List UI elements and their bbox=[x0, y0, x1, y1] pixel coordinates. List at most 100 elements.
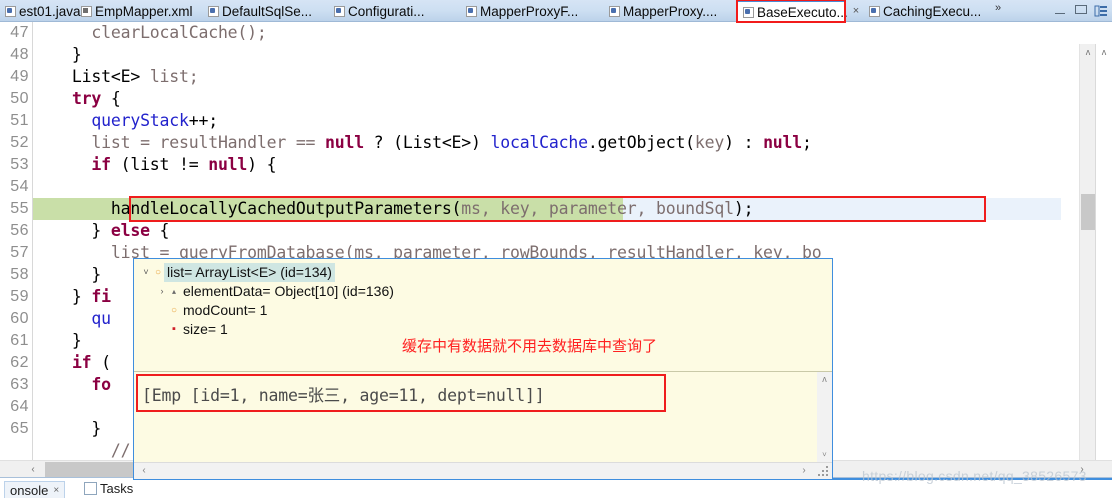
line-number: 62 bbox=[10, 354, 29, 371]
tree-row-label: size= 1 bbox=[183, 321, 228, 337]
line-number: 64 bbox=[10, 398, 29, 415]
java-file-icon bbox=[608, 5, 620, 17]
code-line-57: } bbox=[33, 265, 102, 284]
tab-label: MapperProxyF... bbox=[480, 3, 579, 19]
annotation-box-highlighted-call bbox=[129, 196, 986, 222]
variable-tree[interactable]: ˅ ○ list= ArrayList<E> (id=134) › ▴ elem… bbox=[134, 259, 832, 369]
tab-overflow-chevron[interactable]: » bbox=[995, 2, 1001, 14]
line-number: 59 bbox=[10, 288, 29, 305]
line-number: 54 bbox=[10, 178, 29, 195]
bottom-tab-console[interactable]: onsole × bbox=[4, 481, 66, 498]
editor-vertical-scrollbar[interactable]: ʌ ⱽ bbox=[1079, 44, 1096, 478]
tab-label: Configurati... bbox=[348, 3, 425, 19]
line-number: 55 bbox=[10, 200, 29, 217]
field-marker-icon: ○ bbox=[170, 305, 178, 316]
line-number: 49 bbox=[10, 68, 29, 85]
code-line-61: if ( bbox=[71, 353, 111, 372]
tab-mapperproxy[interactable]: MapperProxy.... bbox=[604, 0, 732, 22]
line-number: 50 bbox=[10, 90, 29, 107]
tab-label: est01.java bbox=[19, 3, 81, 19]
tree-row-modcount[interactable]: ○ modCount= 1 bbox=[134, 301, 832, 320]
java-file-icon bbox=[207, 5, 219, 17]
scroll-up-arrow-icon[interactable]: ʌ bbox=[1080, 44, 1096, 60]
tab-configurati[interactable]: Configurati... bbox=[329, 0, 445, 22]
line-number: 56 bbox=[10, 222, 29, 239]
code-line-52: list = resultHandler == null ? (List<E>)… bbox=[33, 133, 812, 152]
expand-chevron-down-icon[interactable]: ˅ bbox=[140, 263, 152, 282]
code-line-51: queryStack++; bbox=[91, 111, 218, 130]
bottom-tab-tasks[interactable]: Tasks bbox=[84, 481, 133, 496]
tab-close-button[interactable]: × bbox=[848, 0, 864, 22]
java-file-icon bbox=[868, 5, 880, 17]
popup-resize-grip[interactable] bbox=[818, 466, 830, 478]
minimize-button[interactable] bbox=[1055, 8, 1065, 14]
tab-label: BaseExecuto... bbox=[757, 4, 848, 20]
bottom-tab-label: onsole bbox=[10, 483, 49, 498]
detail-horizontal-scrollbar[interactable]: ‹ › bbox=[134, 462, 832, 479]
line-number: 51 bbox=[10, 112, 29, 129]
line-number: 58 bbox=[10, 266, 29, 283]
line-number: 61 bbox=[10, 332, 29, 349]
java-file-icon bbox=[333, 5, 345, 17]
tab-est01-java[interactable]: est01.java bbox=[0, 0, 81, 22]
detail-value-text: [Emp [id=1, name=张三, age=11, dept=null]] bbox=[142, 386, 545, 405]
code-line-53: if (list != null) { bbox=[91, 155, 277, 174]
detail-scroll-left-arrow-icon[interactable]: ‹ bbox=[136, 463, 152, 479]
overview-up-arrow-icon[interactable]: ʌ bbox=[1096, 44, 1112, 60]
tree-row-list[interactable]: ˅ ○ list= ArrayList<E> (id=134) bbox=[134, 263, 832, 282]
code-line-65: // bbox=[33, 441, 131, 460]
tab-label: MapperProxy.... bbox=[623, 3, 718, 19]
line-number: 53 bbox=[10, 156, 29, 173]
code-line-62: fo bbox=[91, 375, 111, 394]
variable-inspect-popup[interactable]: ˅ ○ list= ArrayList<E> (id=134) › ▴ elem… bbox=[133, 258, 833, 480]
expand-chevron-right-icon[interactable]: › bbox=[156, 282, 168, 301]
tab-defaultsqlse[interactable]: DefaultSqlSe... bbox=[203, 0, 327, 22]
line-number-gutter: 47 48 49 50 51 52 53 54 55 56 57 58 59 6… bbox=[0, 22, 33, 478]
tab-cachingexecu[interactable]: CachingExecu... bbox=[864, 0, 992, 22]
line-number: 65 bbox=[10, 420, 29, 437]
tab-label: EmpMapper.xml bbox=[95, 3, 193, 19]
tree-row-label: list= ArrayList<E> (id=134) bbox=[164, 263, 335, 282]
close-icon: × bbox=[852, 5, 860, 17]
tasks-icon bbox=[84, 482, 97, 495]
tab-baseexecutor-active[interactable]: BaseExecuto... bbox=[736, 0, 848, 23]
line-number: 60 bbox=[10, 310, 29, 327]
tree-row-elementdata[interactable]: › ▴ elementData= Object[10] (id=136) bbox=[134, 282, 832, 301]
hscroll-left-arrow-icon[interactable]: ‹ bbox=[25, 461, 41, 478]
line-number: 47 bbox=[10, 24, 29, 41]
tree-row-label: modCount= 1 bbox=[183, 302, 268, 318]
vertical-scroll-thumb[interactable] bbox=[1081, 194, 1095, 230]
detail-vertical-scrollbar[interactable]: ʌ ⱽ bbox=[817, 372, 832, 464]
variable-detail-pane[interactable]: [Emp [id=1, name=张三, age=11, dept=null]]… bbox=[134, 371, 832, 479]
field-marker-icon: ▪ bbox=[172, 323, 176, 335]
code-line-48: } bbox=[33, 45, 82, 64]
code-line-50: try { bbox=[71, 89, 121, 108]
code-line-47: clearLocalCache(); bbox=[33, 23, 267, 42]
detail-scroll-up-arrow-icon[interactable]: ʌ bbox=[817, 372, 832, 387]
tab-label: CachingExecu... bbox=[883, 3, 982, 19]
code-line-59: qu bbox=[91, 309, 111, 328]
close-icon[interactable]: × bbox=[53, 485, 59, 496]
code-line-64: } bbox=[33, 419, 102, 438]
detail-scroll-right-arrow-icon[interactable]: › bbox=[796, 463, 812, 479]
bottom-view-tabbar: onsole × Tasks bbox=[0, 477, 1112, 502]
annotation-text-cache-note: 缓存中有数据就不用去数据库中查询了 bbox=[402, 337, 658, 355]
code-line-60: } bbox=[33, 331, 82, 350]
java-file-icon bbox=[742, 6, 754, 18]
hscroll-right-arrow-icon[interactable]: › bbox=[1074, 461, 1090, 478]
line-number: 63 bbox=[10, 376, 29, 393]
maximize-button[interactable] bbox=[1075, 5, 1087, 14]
field-marker-icon: ▴ bbox=[171, 287, 176, 296]
editor-tab-bar: est01.java EmpMapper.xml DefaultSqlSe...… bbox=[0, 0, 1112, 23]
tab-mapperproxyf[interactable]: MapperProxyF... bbox=[461, 0, 597, 22]
tab-label: DefaultSqlSe... bbox=[222, 3, 313, 19]
line-number: 48 bbox=[10, 46, 29, 63]
line-number: 52 bbox=[10, 134, 29, 151]
java-file-icon bbox=[4, 5, 16, 17]
chevron-overflow-icon: » bbox=[995, 2, 1002, 14]
view-menu-icon[interactable] bbox=[1093, 3, 1109, 19]
editor-overview-ruler[interactable]: ʌ ⱽ bbox=[1095, 44, 1112, 478]
line-number: 57 bbox=[10, 244, 29, 261]
java-file-icon bbox=[465, 5, 477, 17]
tab-empmapper-xml[interactable]: EmpMapper.xml bbox=[76, 0, 200, 22]
